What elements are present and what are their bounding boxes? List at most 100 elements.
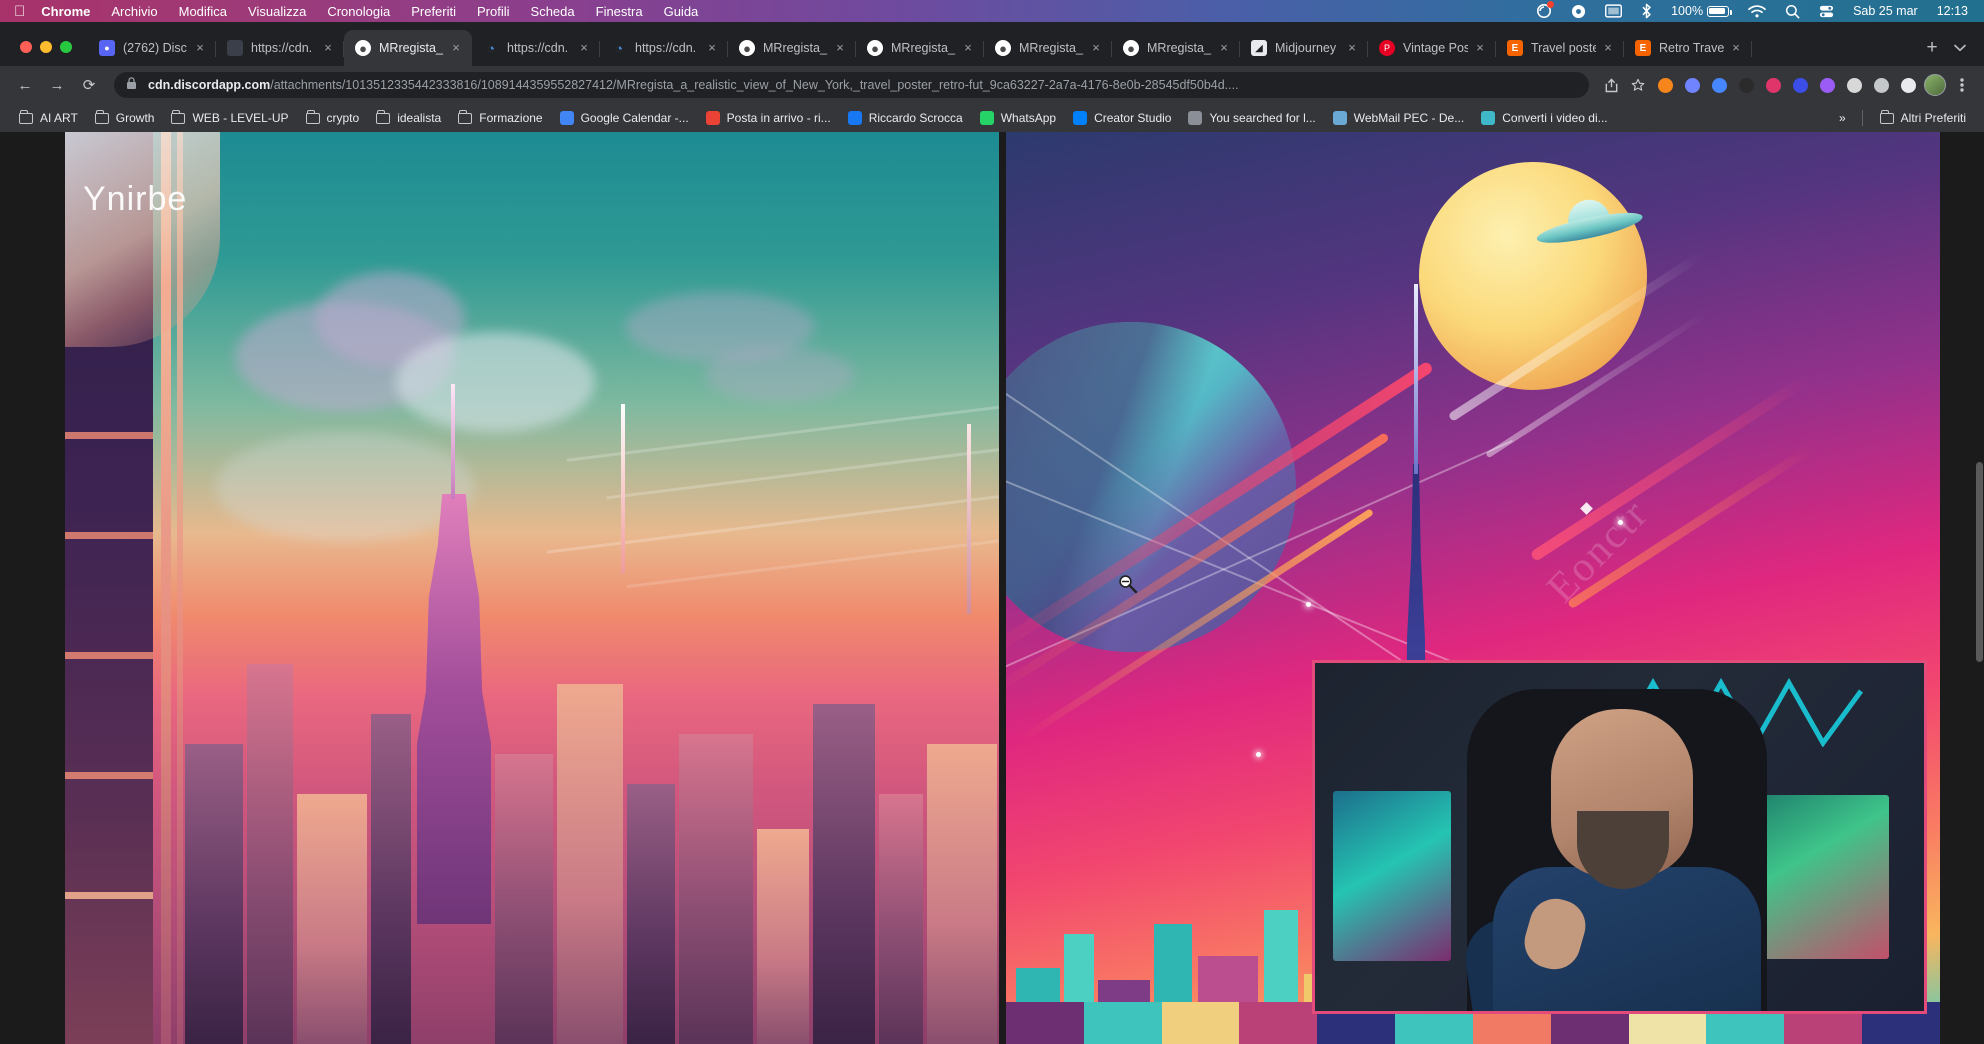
menu-item-archivio[interactable]: Archivio xyxy=(111,4,157,19)
three-dot-menu-icon[interactable] xyxy=(1950,73,1974,97)
page-scrollbar[interactable] xyxy=(1975,132,1984,1044)
lock-icon xyxy=(126,77,140,93)
menu-item-modifica[interactable]: Modifica xyxy=(179,4,227,19)
menu-item-visualizza[interactable]: Visualizza xyxy=(248,4,306,19)
bookmark-6[interactable]: Google Calendar -... xyxy=(551,107,697,129)
folder-icon xyxy=(94,110,110,126)
bookmark-label: Google Calendar -... xyxy=(581,111,689,125)
bookmark-label: Posta in arrivo - ri... xyxy=(727,111,831,125)
tab-7[interactable]: ●MRregista_× xyxy=(984,30,1112,66)
bookmark-label: Riccardo Scrocca xyxy=(869,111,963,125)
similarweb-extension-icon[interactable] xyxy=(1788,73,1812,97)
mobile-view-extension-icon[interactable] xyxy=(1896,73,1920,97)
nord-extension-icon[interactable] xyxy=(1707,73,1731,97)
wifi-icon[interactable] xyxy=(1748,5,1766,18)
menu-bar-time[interactable]: 12:13 xyxy=(1937,4,1968,18)
tabs-container: ●(2762) Disc×https://cdn.×●MRregista_×◔h… xyxy=(88,22,1912,66)
tab-title: https://cdn. xyxy=(635,41,700,55)
menu-item-preferiti[interactable]: Preferiti xyxy=(411,4,456,19)
display-icon[interactable] xyxy=(1605,4,1622,18)
menu-bar-date[interactable]: Sab 25 mar xyxy=(1853,4,1918,18)
tab-close-button[interactable]: × xyxy=(448,40,464,56)
tab-10[interactable]: PVintage Pos× xyxy=(1368,30,1496,66)
webcam-overlay[interactable] xyxy=(1312,660,1927,1014)
minimize-button[interactable] xyxy=(40,41,52,53)
address-bar[interactable]: cdn.discordapp.com/attachments/101351233… xyxy=(114,72,1589,98)
bookmark-13[interactable]: Converti i video di... xyxy=(1472,107,1615,129)
tab-close-button[interactable]: × xyxy=(832,40,848,56)
bluetooth-icon[interactable] xyxy=(1641,3,1652,19)
tab-close-button[interactable]: × xyxy=(576,40,592,56)
maximize-button[interactable] xyxy=(60,41,72,53)
tab-1[interactable]: https://cdn.× xyxy=(216,30,344,66)
tab-9[interactable]: ◢Midjourney× xyxy=(1240,30,1368,66)
apple-logo-icon[interactable]:  xyxy=(14,4,25,19)
tab-close-button[interactable]: × xyxy=(320,40,336,56)
bookmark-10[interactable]: Creator Studio xyxy=(1064,107,1179,129)
tab-close-button[interactable]: × xyxy=(1600,40,1616,56)
tab-11[interactable]: ETravel poste× xyxy=(1496,30,1624,66)
tab-2[interactable]: ●MRregista_× xyxy=(344,30,472,66)
shield-icon[interactable] xyxy=(1571,4,1586,19)
forward-button[interactable]: → xyxy=(42,70,72,100)
new-tab-button[interactable]: + xyxy=(1918,34,1946,62)
profile-avatar[interactable] xyxy=(1923,73,1947,97)
tab-4[interactable]: ◔https://cdn.× xyxy=(600,30,728,66)
rabby-wallet-extension-icon[interactable] xyxy=(1680,73,1704,97)
left-poster-image[interactable]: Ynirbe xyxy=(65,132,999,1044)
star-icon[interactable] xyxy=(1626,73,1650,97)
bookmark-3[interactable]: crypto xyxy=(297,107,368,129)
screen-recording-icon[interactable] xyxy=(1536,3,1552,19)
bookmark-4[interactable]: idealista xyxy=(367,107,449,129)
scrollbar-thumb[interactable] xyxy=(1976,462,1983,662)
tab-search-button[interactable] xyxy=(1946,34,1974,62)
close-button[interactable] xyxy=(20,41,32,53)
bookmark-5[interactable]: Formazione xyxy=(449,107,550,129)
tab-close-button[interactable]: × xyxy=(1088,40,1104,56)
bookmark-7[interactable]: Posta in arrivo - ri... xyxy=(697,107,839,129)
tab-close-button[interactable]: × xyxy=(704,40,720,56)
menu-item-guida[interactable]: Guida xyxy=(664,4,699,19)
other-bookmarks-button[interactable]: Altri Preferiti xyxy=(1871,107,1974,129)
bookmark-8[interactable]: Riccardo Scrocca xyxy=(839,107,971,129)
tab-12[interactable]: ERetro Trave× xyxy=(1624,30,1752,66)
metamask-extension-icon[interactable] xyxy=(1653,73,1677,97)
menu-item-profili[interactable]: Profili xyxy=(477,4,510,19)
menu-item-scheda[interactable]: Scheda xyxy=(531,4,575,19)
menu-item-cronologia[interactable]: Cronologia xyxy=(327,4,390,19)
loading-spinner-icon: ◔ xyxy=(483,40,499,56)
bookmark-11[interactable]: You searched for l... xyxy=(1179,107,1323,129)
bookmark-label: WebMail PEC - De... xyxy=(1354,111,1464,125)
back-button[interactable]: ← xyxy=(10,70,40,100)
spotlight-search-icon[interactable] xyxy=(1785,4,1800,19)
columns-extension-icon[interactable] xyxy=(1842,73,1866,97)
puzzle-extension-icon[interactable] xyxy=(1869,73,1893,97)
hashtag-extension-icon[interactable] xyxy=(1734,73,1758,97)
menu-item-finestra[interactable]: Finestra xyxy=(596,4,643,19)
tab-8[interactable]: ●MRregista_× xyxy=(1112,30,1240,66)
tab-close-button[interactable]: × xyxy=(1344,40,1360,56)
menu-app-name[interactable]: Chrome xyxy=(41,4,90,19)
grammarly-extension-icon[interactable] xyxy=(1815,73,1839,97)
bookmarks-overflow-button[interactable]: » xyxy=(1831,107,1854,129)
tab-3[interactable]: ◔https://cdn.× xyxy=(472,30,600,66)
bookmark-2[interactable]: WEB - LEVEL-UP xyxy=(162,107,296,129)
bookmark-9[interactable]: WhatsApp xyxy=(971,107,1064,129)
tab-6[interactable]: ●MRregista_× xyxy=(856,30,984,66)
tab-0[interactable]: ●(2762) Disc× xyxy=(88,30,216,66)
bookmark-0[interactable]: AI ART xyxy=(10,107,86,129)
tab-close-button[interactable]: × xyxy=(1472,40,1488,56)
tab-title: Retro Trave xyxy=(1659,41,1724,55)
tab-close-button[interactable]: × xyxy=(1216,40,1232,56)
keyword-tool-extension-icon[interactable] xyxy=(1761,73,1785,97)
tab-close-button[interactable]: × xyxy=(960,40,976,56)
bookmark-1[interactable]: Growth xyxy=(86,107,163,129)
control-center-icon[interactable] xyxy=(1819,4,1834,19)
tab-5[interactable]: ●MRregista_× xyxy=(728,30,856,66)
battery-status[interactable]: 100% xyxy=(1671,4,1729,18)
share-icon[interactable] xyxy=(1599,73,1623,97)
tab-close-button[interactable]: × xyxy=(192,40,208,56)
tab-close-button[interactable]: × xyxy=(1728,40,1744,56)
reload-button[interactable]: ⟳ xyxy=(74,70,104,100)
bookmark-12[interactable]: WebMail PEC - De... xyxy=(1324,107,1472,129)
